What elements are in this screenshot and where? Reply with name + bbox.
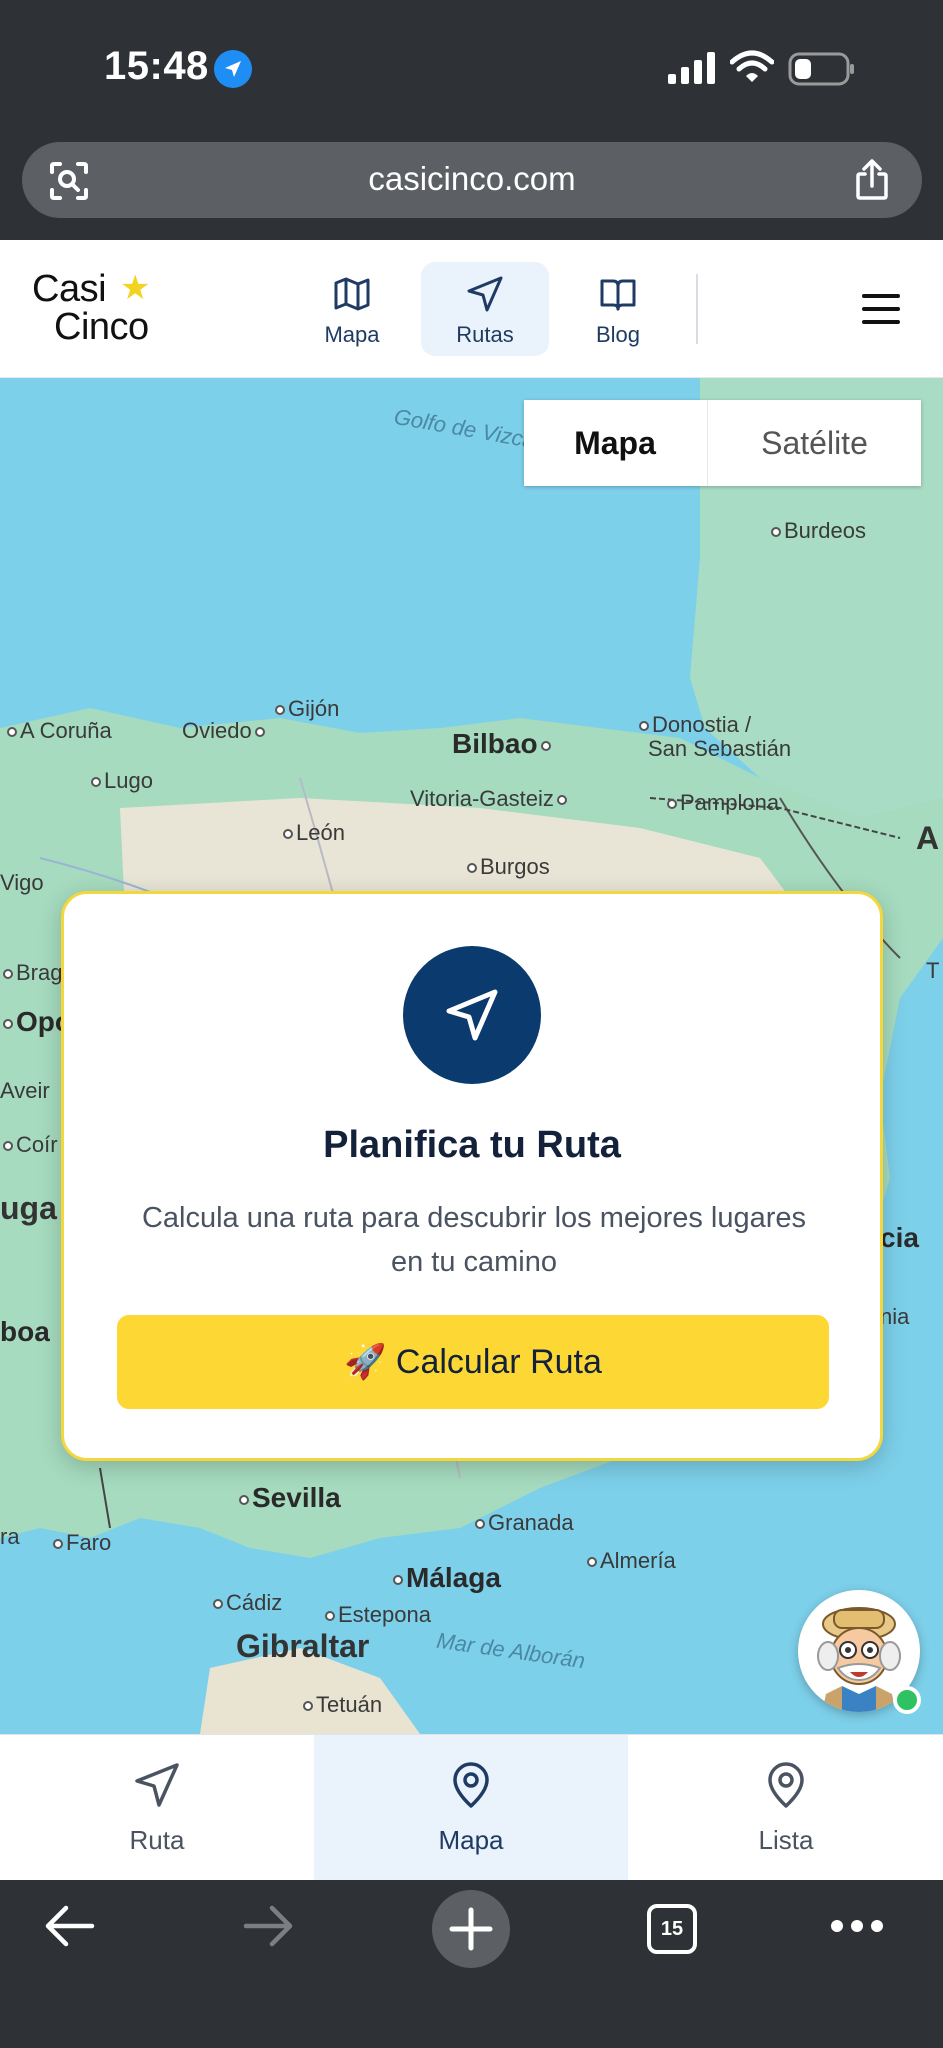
nav-mapa[interactable]: Mapa (288, 262, 416, 356)
map-label-edge-t: T (926, 958, 940, 983)
tab-switcher-button[interactable]: 15 (647, 1904, 697, 1954)
map-label-vigo: Vigo (0, 870, 44, 895)
map-label-granada: Granada (472, 1510, 574, 1536)
map-label-donostia-2: San Sebastián (648, 736, 792, 761)
online-status-indicator (893, 1686, 921, 1714)
map-label-vitoria: Vitoria-Gasteiz (410, 786, 570, 812)
cellular-signal-icon (668, 52, 715, 84)
forward-arrow-icon[interactable] (242, 1902, 296, 1950)
more-options-icon[interactable] (830, 1918, 884, 1934)
map-label-donostia: Donostia / (636, 712, 751, 738)
map-label-leon: León (280, 820, 345, 846)
map-label-coimbra: Coír (0, 1132, 58, 1158)
map-label-estepona: Estepona (322, 1602, 431, 1628)
rocket-icon: 🚀 (344, 1343, 387, 1381)
navigation-arrow-icon (403, 946, 541, 1084)
book-icon (600, 279, 636, 311)
map-label-oviedo: Oviedo (182, 718, 268, 744)
map-label-edge-ra: ra (0, 1524, 20, 1549)
tab-mapa[interactable]: Mapa (314, 1735, 628, 1881)
map-label-gijon: Gijón (272, 696, 339, 722)
calculate-route-button[interactable]: 🚀 Calcular Ruta (117, 1315, 829, 1409)
battery-icon (788, 52, 854, 86)
map-label-cadiz: Cádiz (210, 1590, 282, 1616)
map-label-pamplona: Pamplona (664, 790, 779, 816)
status-bar: 15:48 (0, 0, 943, 140)
star-icon: ★ (120, 269, 151, 307)
clock: 15:48 (104, 44, 209, 88)
new-tab-button[interactable] (432, 1890, 510, 1968)
nav-rutas[interactable]: Rutas (421, 262, 549, 356)
map-label-burdeos: Burdeos (768, 518, 866, 544)
plus-icon (449, 1907, 493, 1951)
map-label-braga: Brag (0, 960, 62, 986)
card-description: Calcula una ruta para descubrir los mejo… (141, 1202, 807, 1278)
map-type-control: Mapa Satélite (524, 400, 921, 486)
map-pin-icon (768, 1762, 804, 1808)
browser-toolbar: 15 (0, 1880, 943, 2048)
map-label-lugo: Lugo (88, 768, 153, 794)
wifi-icon (730, 50, 774, 82)
map-label-gibraltar: Gibraltar (236, 1628, 370, 1664)
map-label-faro: Faro (50, 1530, 111, 1556)
bottom-tab-bar: Ruta Mapa Lista (0, 1734, 943, 1881)
map-pin-icon (453, 1762, 489, 1808)
map-label-aveiro: Aveir (0, 1078, 50, 1103)
address-bar[interactable]: casicinco.com (22, 142, 922, 218)
navigation-arrow-icon (467, 276, 503, 312)
nav-blog[interactable]: Blog (554, 262, 682, 356)
map-label-lisboa: boa (0, 1316, 50, 1347)
share-icon[interactable] (852, 158, 892, 202)
map-label-portugal: uga (0, 1190, 57, 1226)
url-text: casicinco.com (368, 160, 576, 197)
card-title: Planifica tu Ruta (323, 1124, 621, 1166)
map-label-andorra: A (916, 820, 940, 856)
map-label-acoruna: A Coruña (4, 718, 112, 744)
map-label-valencia: cia (880, 1222, 919, 1253)
site-logo[interactable]: Casi ★ Cinco (32, 268, 172, 348)
map-type-map-button[interactable]: Mapa (524, 400, 706, 486)
tab-lista[interactable]: Lista (629, 1735, 943, 1881)
navigation-arrow-icon (135, 1763, 179, 1807)
map-label-sevilla: Sevilla (236, 1482, 341, 1514)
map-label-bilbao: Bilbao (452, 728, 554, 760)
calculate-route-label: Calcular Ruta (395, 1343, 602, 1381)
plan-route-card: Planifica tu Ruta Calcula una ruta para … (61, 891, 883, 1461)
nav-divider (696, 274, 698, 344)
tab-ruta[interactable]: Ruta (0, 1735, 314, 1881)
site-header: Casi ★ Cinco Mapa Rutas Blog (0, 240, 943, 378)
map-label-valencia-2: nia (880, 1304, 910, 1329)
map-label-burgos: Burgos (464, 854, 550, 880)
map-label-tetuan: Tetuán (300, 1692, 382, 1718)
back-arrow-icon[interactable] (42, 1902, 96, 1950)
location-active-icon (214, 50, 252, 88)
map-label-malaga: Málaga (390, 1562, 501, 1594)
hamburger-menu-icon[interactable] (860, 292, 902, 326)
map-icon (334, 277, 370, 311)
map-label-almeria: Almería (584, 1548, 676, 1574)
map-type-satellite-button[interactable]: Satélite (707, 400, 921, 486)
